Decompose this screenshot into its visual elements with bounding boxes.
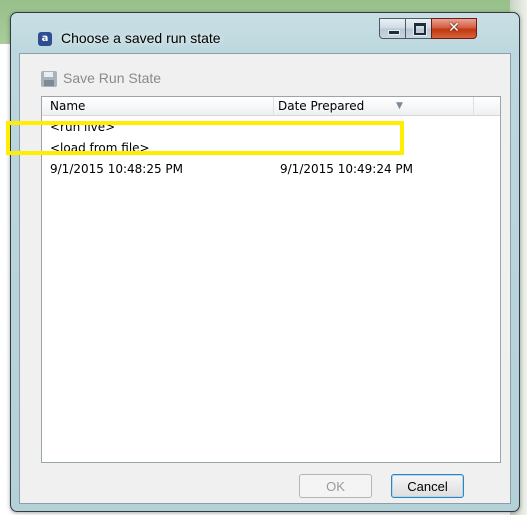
title-bar[interactable]: a Choose a saved run state ✕	[11, 13, 519, 53]
minimize-icon	[388, 30, 400, 35]
close-icon: ✕	[448, 20, 460, 36]
maximize-button[interactable]	[405, 18, 433, 39]
toolbar: Save Run State	[20, 54, 510, 96]
save-run-state-label: Save Run State	[63, 70, 162, 86]
list-item-date: 9/1/2015 10:49:24 PM	[280, 162, 414, 176]
dialog-window: a Choose a saved run state ✕ Save Run St…	[10, 12, 520, 512]
column-header-date-prepared[interactable]: Date Prepared ▼	[274, 97, 474, 115]
highlight-box	[6, 121, 404, 155]
app-icon: a	[38, 32, 52, 46]
cancel-button[interactable]: Cancel	[391, 474, 464, 498]
ok-button[interactable]: OK	[299, 474, 372, 498]
list-item[interactable]: 9/1/2015 10:48:25 PM 9/1/2015 10:49:24 P…	[42, 159, 500, 180]
sort-descending-icon: ▼	[396, 101, 403, 111]
floppy-disk-icon	[41, 71, 57, 87]
maximize-icon	[414, 23, 426, 35]
minimize-button[interactable]	[379, 18, 407, 39]
list-item-name: 9/1/2015 10:48:25 PM	[50, 162, 184, 176]
window-title: Choose a saved run state	[61, 30, 221, 46]
list-header: Name Date Prepared ▼	[42, 97, 500, 116]
column-header-date-label: Date Prepared	[278, 99, 365, 113]
close-button[interactable]: ✕	[431, 18, 477, 39]
column-header-name[interactable]: Name	[42, 97, 274, 115]
